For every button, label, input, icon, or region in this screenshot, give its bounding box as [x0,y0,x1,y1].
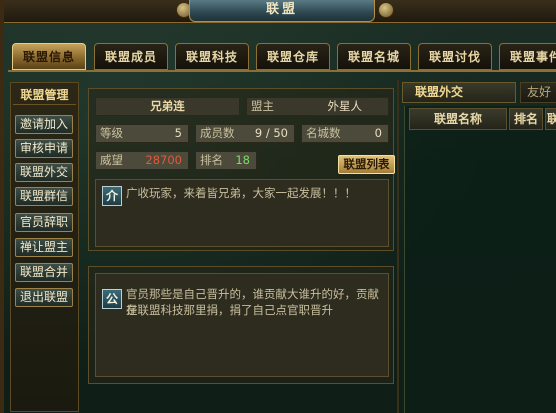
tab-alliance-members[interactable]: 联盟成员 [94,43,168,70]
management-sidebar: 联盟管理 邀请加入 审核申请 联盟外交 联盟群信 官员辞职 禅让盟主 联盟合并 … [10,82,79,412]
tab-alliance-tech[interactable]: 联盟科技 [175,43,249,70]
level-label: 等级 [100,126,123,140]
members-value: 9 / 50 [254,126,288,140]
prestige-row: 威望 28700 [95,151,189,170]
title-ornament-right-icon [378,2,394,18]
prestige-label: 威望 [100,153,123,167]
alliance-intro-box[interactable]: 介 广收玩家，来着皆兄弟，大家一起发展！！！ [95,179,389,247]
tab-diplomacy[interactable]: 联盟外交 [402,82,516,103]
members-label: 成员数 [200,126,235,140]
section-divider [397,80,399,413]
tab-friendly[interactable]: 友好 [520,82,556,103]
merge-alliance-button[interactable]: 联盟合并 [15,263,73,282]
notice-box[interactable]: 公 官员那些是自己晋升的，谁贡献大谁升的好，贡献是 在联盟科技那里捐，捐了自己点… [95,273,389,377]
level-value: 5 [174,126,182,140]
rank-row: 排名 18 [195,151,257,170]
notice-text-line2: 在联盟科技那里捐，捐了自己点官职晋升 [126,303,333,317]
abdicate-leader-button[interactable]: 禅让盟主 [15,238,73,257]
leave-alliance-button[interactable]: 退出联盟 [15,288,73,307]
col-alliance-name: 联盟名称 [409,108,507,130]
tab-alliance-warehouse[interactable]: 联盟仓库 [256,43,330,70]
prestige-value: 28700 [145,153,182,167]
intro-badge-icon: 介 [102,186,122,206]
window-title: 联盟 [189,0,375,22]
group-mail-button[interactable]: 联盟群信 [15,187,73,206]
main-tabs: 联盟信息 联盟成员 联盟科技 联盟仓库 联盟名城 联盟讨伐 联盟事件 [12,43,556,71]
leader-label: 盟主 [251,99,274,113]
col-rank: 排名 [509,108,543,130]
members-row: 成员数 9 / 50 [195,124,295,143]
level-row: 等级 5 [95,124,189,143]
leader-row: 盟主 外星人 [246,97,389,116]
leader-name: 外星人 [327,99,363,113]
col-extra: 联 [545,108,556,130]
cities-row: 名城数 0 [301,124,389,143]
title-bar: 联盟 [4,0,556,23]
tab-divider [8,70,556,72]
review-applications-button[interactable]: 审核申请 [15,139,73,158]
tab-alliance-cities[interactable]: 联盟名城 [337,43,411,70]
invite-button[interactable]: 邀请加入 [15,115,73,134]
resign-officer-button[interactable]: 官员辞职 [15,213,73,232]
rank-label: 排名 [200,153,223,167]
diplomacy-table: 联盟名称 排名 联 [404,106,556,413]
cities-value: 0 [374,126,382,140]
cities-label: 名城数 [306,126,341,140]
alliance-intro-text: 广收玩家，来着皆兄弟，大家一起发展！！！ [126,186,356,200]
alliance-info-panel: 兄弟连 盟主 外星人 等级 5 成员数 9 / 50 名城数 0 威望 2870… [88,88,395,251]
alliance-notice-panel: 公 官员那些是自己晋升的，谁贡献大谁升的好，贡献是 在联盟科技那里捐，捐了自己点… [88,266,394,384]
sidebar-title: 联盟管理 [13,86,76,105]
alliance-name: 兄弟连 [95,97,240,116]
tab-alliance-events[interactable]: 联盟事件 [499,43,556,70]
alliance-window: 联盟 联盟信息 联盟成员 联盟科技 联盟仓库 联盟名城 联盟讨伐 联盟事件 联盟… [0,0,556,413]
alliance-list-button[interactable]: 联盟列表 [338,155,395,174]
rank-value: 18 [235,153,250,167]
diplomacy-tabs: 联盟外交 友好 [402,82,556,104]
notice-badge-icon: 公 [102,289,122,309]
diplomacy-button[interactable]: 联盟外交 [15,163,73,182]
tab-alliance-info[interactable]: 联盟信息 [12,43,86,70]
tab-alliance-crusade[interactable]: 联盟讨伐 [418,43,492,70]
